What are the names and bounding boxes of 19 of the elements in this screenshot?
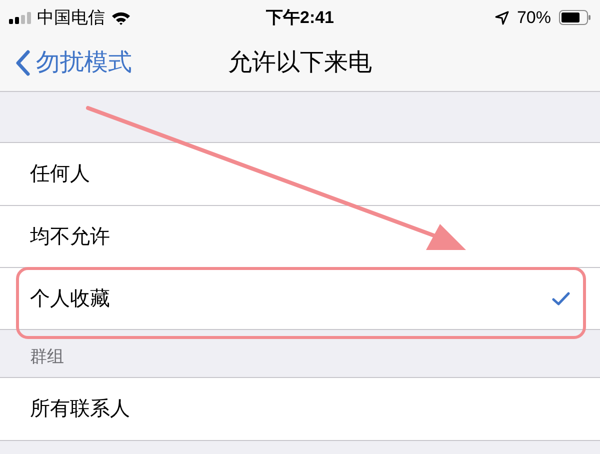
section-header: 群组 xyxy=(30,346,64,368)
battery-percent: 70% xyxy=(516,6,551,29)
option-row[interactable]: 所有联系人 xyxy=(0,378,600,440)
option-label: 均不允许 xyxy=(30,224,111,250)
checkmark-icon xyxy=(552,292,570,306)
location-arrow-icon xyxy=(494,10,509,24)
nav-title: 允许以下来电 xyxy=(228,48,372,78)
option-label: 任何人 xyxy=(30,162,91,187)
carrier-name: 中国电信 xyxy=(37,6,105,29)
option-row[interactable]: 任何人 xyxy=(0,143,600,205)
status-time: 下午2:41 xyxy=(266,6,334,29)
back-button[interactable]: 勿扰模式 xyxy=(16,45,132,81)
option-label: 个人收藏 xyxy=(30,286,111,312)
option-label: 所有联系人 xyxy=(30,397,131,422)
signal-icon xyxy=(9,12,31,24)
back-chevron-icon xyxy=(16,50,30,76)
option-row[interactable]: 个人收藏 xyxy=(0,267,600,329)
battery-icon xyxy=(559,10,591,25)
wifi-icon xyxy=(111,10,131,24)
